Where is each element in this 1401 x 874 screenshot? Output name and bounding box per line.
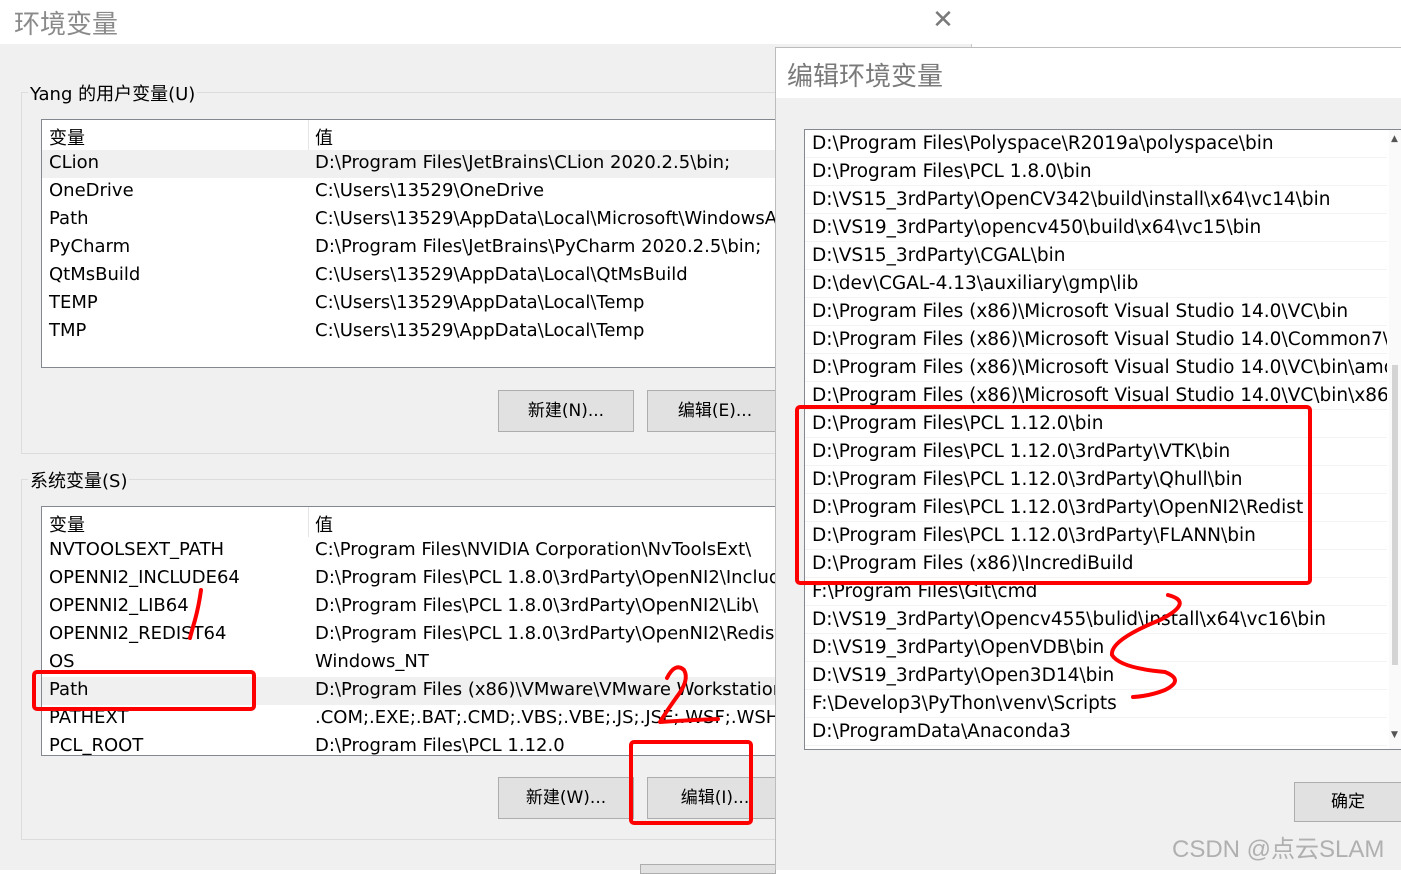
table-row[interactable]: PATHEXT .COM;.EXE;.BAT;.CMD;.VBS;.VBE;.J… [42,705,780,733]
variable-value: .COM;.EXE;.BAT;.CMD;.VBS;.VBE;.JS;.JSE;.… [315,707,781,728]
system-vars-list[interactable]: 变量 值 NVTOOLSEXT_PATH C:\Program Files\NV… [41,506,781,756]
variable-value: C:\Users\13529\AppData\Local\Temp [315,320,645,341]
path-list-scrollbar[interactable]: ▲ ▼ [1389,130,1401,749]
variable-name: PCL_ROOT [49,735,144,756]
bottom-button-partial[interactable] [640,864,776,874]
path-list-item[interactable]: D:\Program Files\PCL 1.12.0\3rdParty\FLA… [805,522,1387,550]
variable-value: C:\Users\13529\AppData\Local\Microsoft\W… [315,208,781,229]
variable-name: OPENNI2_LIB64 [49,595,189,616]
path-list-item[interactable]: D:\Program Files\PCL 1.12.0\3rdParty\Ope… [805,494,1387,522]
scroll-up-icon[interactable]: ▲ [1391,134,1398,144]
variable-value: C:\Program Files\NVIDIA Corporation\NvTo… [315,539,752,560]
variable-value: C:\Users\13529\AppData\Local\QtMsBuild [315,264,688,285]
variable-name: QtMsBuild [49,264,141,285]
path-list-item[interactable]: D:\Program Files\PCL 1.12.0\3rdParty\Qhu… [805,466,1387,494]
watermark: CSDN @点云SLAM [1172,836,1385,863]
variable-name: OS [49,651,75,672]
variable-value: C:\Users\13529\OneDrive [315,180,545,201]
path-list-item[interactable]: D:\ProgramData\Anaconda3 [805,718,1387,746]
user-new-button[interactable]: 新建(N)... [498,390,634,432]
path-list-item[interactable]: D:\Program Files (x86)\Microsoft Visual … [805,354,1387,382]
variable-value: Windows_NT [315,651,429,672]
table-row[interactable]: TMP C:\Users\13529\AppData\Local\Temp [42,318,780,346]
variable-value: D:\Program Files\PCL 1.12.0 [315,735,565,756]
dialog-title: 环境变量 [14,10,119,40]
path-list-item[interactable]: F:\Program Files\Git\cmd [805,578,1387,606]
scroll-down-icon[interactable]: ▼ [1391,730,1398,740]
variable-name: Path [49,679,89,700]
table-row[interactable]: OPENNI2_REDIST64 D:\Program Files\PCL 1.… [42,621,780,649]
variable-name: PyCharm [49,236,131,257]
variable-name: CLion [49,152,100,173]
variable-value: D:\Program Files\PCL 1.8.0\3rdParty\Open… [315,623,781,644]
table-row[interactable]: CLion D:\Program Files\JetBrains\CLion 2… [42,150,780,178]
path-list-item[interactable]: D:\Program Files\PCL 1.12.0\3rdParty\VTK… [805,438,1387,466]
system-vars-group-title: 系统变量(S) [28,467,130,493]
path-list-item[interactable]: D:\Program Files\PCL 1.8.0\bin [805,158,1387,186]
path-list-item[interactable]: D:\dev\CGAL-4.13\auxiliary\gmp\lib [805,270,1387,298]
table-row[interactable]: Path C:\Users\13529\AppData\Local\Micros… [42,206,780,234]
variable-name: Path [49,208,89,229]
variable-value: D:\Program Files\PCL 1.8.0\3rdParty\Open… [315,595,759,616]
scrollbar-thumb[interactable] [1392,365,1398,665]
column-header-variable[interactable]: 变量 [49,511,85,537]
edit-env-var-dialog: 编辑环境变量 D:\Program Files\Polyspace\R2019a… [775,47,1401,870]
path-list-item[interactable]: D:\VS19_3rdParty\Open3D14\bin [805,662,1387,690]
variable-name: TEMP [49,292,98,313]
table-row[interactable]: PyCharm D:\Program Files\JetBrains\PyCha… [42,234,780,262]
user-edit-button[interactable]: 编辑(E)... [647,390,783,432]
variable-value: C:\Users\13529\AppData\Local\Temp [315,292,645,313]
path-list-item[interactable]: D:\VS19_3rdParty\Opencv455\bulid\install… [805,606,1387,634]
path-list[interactable]: D:\Program Files\Polyspace\R2019a\polysp… [804,129,1401,750]
table-row[interactable]: QtMsBuild C:\Users\13529\AppData\Local\Q… [42,262,780,290]
system-edit-button[interactable]: 编辑(I)... [647,777,783,819]
column-header-value[interactable]: 值 [315,511,333,537]
user-vars-list[interactable]: 变量 值 CLion D:\Program Files\JetBrains\CL… [41,119,781,368]
path-list-item[interactable]: D:\VS15_3rdParty\OpenCV342\build\install… [805,186,1387,214]
variable-value: D:\Program Files (x86)\VMware\VMware Wor… [315,679,781,700]
table-row-selected[interactable]: Path D:\Program Files (x86)\VMware\VMwar… [42,677,780,705]
column-header-value[interactable]: 值 [315,124,333,150]
table-row[interactable]: OPENNI2_LIB64 D:\Program Files\PCL 1.8.0… [42,593,780,621]
path-list-item[interactable]: D:\Program Files\PCL 1.12.0\bin [805,410,1387,438]
table-row[interactable]: PCL_ROOT D:\Program Files\PCL 1.12.0 [42,733,780,756]
variable-name: OPENNI2_REDIST64 [49,623,227,644]
variable-name: TMP [49,320,87,341]
path-list-item[interactable]: D:\VS15_3rdParty\CGAL\bin [805,242,1387,270]
variable-name: NVTOOLSEXT_PATH [49,539,225,560]
variable-value: D:\Program Files\PCL 1.8.0\3rdParty\Open… [315,567,781,588]
variable-value: D:\Program Files\JetBrains\CLion 2020.2.… [315,152,731,173]
table-row[interactable]: OPENNI2_INCLUDE64 D:\Program Files\PCL 1… [42,565,780,593]
path-list-item[interactable]: D:\Program Files (x86)\Microsoft Visual … [805,326,1387,354]
env-vars-titlebar: 环境变量 ✕ [0,0,972,44]
path-list-item[interactable]: D:\Program Files (x86)\Microsoft Visual … [805,298,1387,326]
path-list-item[interactable]: F:\Develop3\PyThon\venv\Scripts [805,690,1387,718]
close-icon[interactable]: ✕ [930,6,956,34]
edit-dialog-title: 编辑环境变量 [787,62,944,92]
path-list-item[interactable]: D:\Program Files (x86)\IncrediBuild [805,550,1387,578]
system-vars-header: 变量 值 [42,507,780,537]
system-new-button[interactable]: 新建(W)... [498,777,634,819]
path-list-item[interactable]: D:\Program Files (x86)\Microsoft Visual … [805,382,1387,410]
user-vars-group-title: Yang 的用户变量(U) [28,80,198,106]
table-row[interactable]: OS Windows_NT [42,649,780,677]
user-vars-header: 变量 值 [42,120,780,150]
path-list-item[interactable]: D:\Program Files\Polyspace\R2019a\polysp… [805,130,1387,158]
variable-name: OneDrive [49,180,134,201]
path-list-item[interactable]: D:\VS19_3rdParty\OpenVDB\bin [805,634,1387,662]
edit-dialog-titlebar: 编辑环境变量 [776,48,1401,98]
table-row[interactable]: NVTOOLSEXT_PATH C:\Program Files\NVIDIA … [42,537,780,565]
variable-value: D:\Program Files\JetBrains\PyCharm 2020.… [315,236,762,257]
column-header-variable[interactable]: 变量 [49,124,85,150]
table-row[interactable]: TEMP C:\Users\13529\AppData\Local\Temp [42,290,780,318]
path-list-item[interactable]: D:\VS19_3rdParty\opencv450\build\x64\vc1… [805,214,1387,242]
variable-name: OPENNI2_INCLUDE64 [49,567,240,588]
table-row[interactable]: OneDrive C:\Users\13529\OneDrive [42,178,780,206]
ok-button[interactable]: 确定 [1294,782,1401,822]
variable-name: PATHEXT [49,707,129,728]
